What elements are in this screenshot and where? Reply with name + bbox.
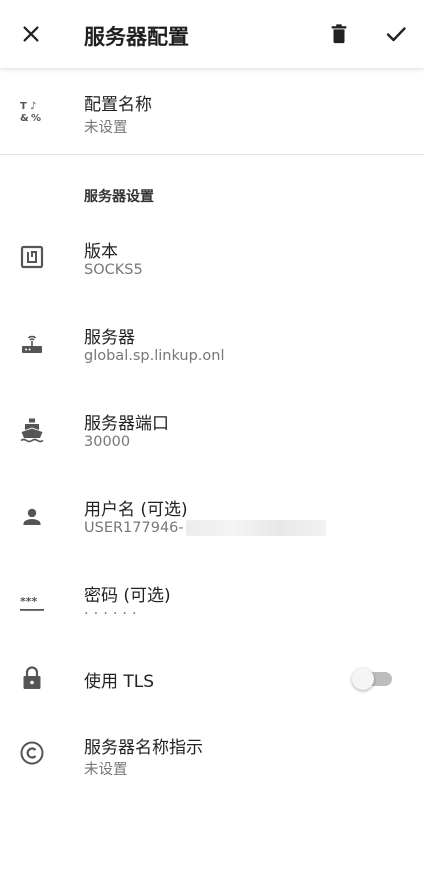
port-item[interactable]: 服务器端口 30000 [0,404,424,464]
password-item[interactable]: *** 密码 (可选) ······ [0,576,424,636]
page-title: 服务器配置 [84,25,189,49]
sni-label: 服务器名称指示 [84,738,203,758]
profile-name-value: 未设置 [84,120,128,136]
confirm-button[interactable] [376,14,416,54]
password-icon: *** [19,589,45,615]
port-label: 服务器端口 [84,414,169,434]
svg-text:♪: ♪ [30,101,36,112]
svg-text:T: T [20,101,27,112]
username-label: 用户名 (可选) [84,500,188,520]
router-icon [19,331,45,357]
version-item[interactable]: 版本 SOCKS5 [0,232,424,292]
person-icon [19,504,45,530]
password-value: ······ [84,606,142,622]
close-icon [23,26,39,42]
toggle-knob [352,668,374,690]
nfc-icon [19,244,45,270]
text-format-icon: T ♪ & % [19,98,45,124]
username-value-text: USER177946- [84,520,184,536]
username-item[interactable]: 用户名 (可选) USER177946- [0,490,424,550]
server-value: global.sp.linkup.onl [84,348,225,364]
username-value: USER177946- [84,520,326,536]
version-value: SOCKS5 [84,262,143,278]
port-value: 30000 [84,434,131,450]
redacted-blur [185,520,326,536]
app-bar: 服务器配置 [0,0,424,68]
section-title: 服务器设置 [84,189,154,205]
svg-text:%: % [31,113,41,124]
password-label: 密码 (可选) [84,586,171,606]
svg-text:&: & [20,113,29,124]
version-label: 版本 [84,242,118,262]
divider [0,154,424,155]
tls-toggle[interactable] [352,668,394,690]
sni-item[interactable]: 服务器名称指示 未设置 [0,728,424,788]
server-label: 服务器 [84,328,135,348]
close-button[interactable] [11,14,51,54]
profile-name-label: 配置名称 [84,95,152,115]
server-item[interactable]: 服务器 global.sp.linkup.onl [0,318,424,378]
svg-text:***: *** [20,595,38,608]
delete-button[interactable] [319,14,359,54]
lock-icon [19,665,45,691]
sni-value: 未设置 [84,762,128,778]
check-icon [386,27,406,42]
profile-name-item[interactable]: T ♪ & % 配置名称 未设置 [0,84,424,144]
tls-label: 使用 TLS [84,672,155,692]
copyright-icon [19,740,45,766]
ship-icon [19,417,45,443]
trash-icon [331,24,347,44]
